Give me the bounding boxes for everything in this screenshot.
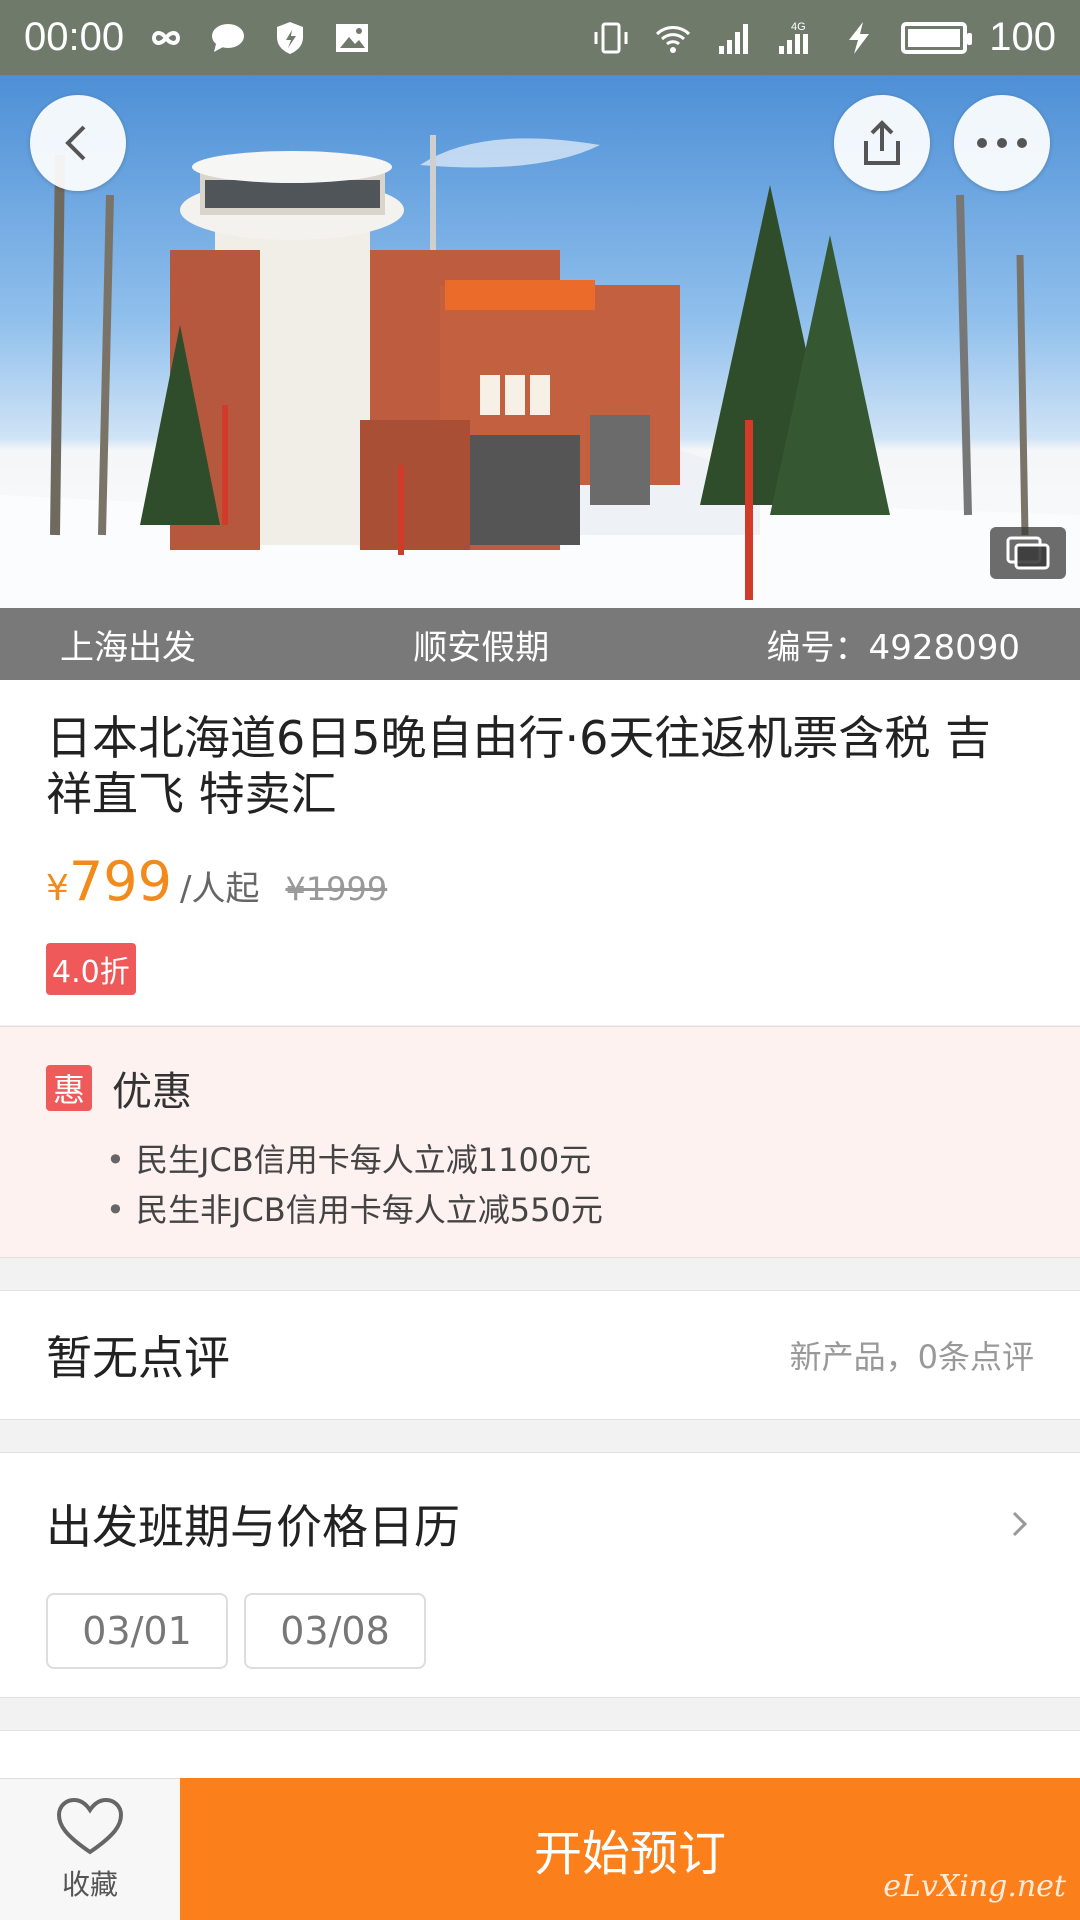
back-icon (65, 125, 86, 161)
charging-icon (849, 21, 870, 54)
image-icon (336, 23, 369, 52)
price-row: ¥ 799 /人起 ¥1999 (46, 850, 1034, 913)
date-list: 03/01 03/08 (46, 1593, 1034, 1669)
gallery-icon (1006, 536, 1050, 570)
share-icon (864, 120, 900, 165)
bottom-action-bar: 收藏 开始预订 eLvXing.net (0, 1778, 1080, 1920)
reviews-meta: 新产品，0条点评 (789, 1338, 1034, 1376)
promo-item: 民生JCB信用卡每人立减1100元 (106, 1135, 1034, 1185)
more-icon (977, 138, 1027, 148)
agency-name: 顺安假期 (413, 627, 550, 668)
original-price: ¥1999 (285, 870, 388, 908)
promo-tag: 惠 (46, 1065, 92, 1111)
favorite-label: 收藏 (61, 1867, 118, 1901)
share-button[interactable] (834, 95, 930, 191)
hero-image[interactable]: 上海出发 顺安假期 编号：4928090 (0, 75, 1080, 680)
chevron-right-icon (1012, 1511, 1028, 1537)
heart-icon (56, 1797, 124, 1854)
more-button[interactable] (954, 95, 1050, 191)
product-id: 编号：4928090 (766, 627, 1020, 668)
departure-city: 上海出发 (60, 627, 196, 668)
infinity-icon (152, 30, 181, 45)
reviews-title: 暂无点评 (46, 1331, 230, 1385)
network-type-label: 4G (791, 21, 806, 33)
product-title: 日本北海道6日5晚自由行·6天往返机票含税 吉祥直飞 特卖汇 (46, 711, 992, 821)
signal-icon (719, 23, 749, 54)
promo-list: 民生JCB信用卡每人立减1100元 民生非JCB信用卡每人立减550元 (106, 1135, 1034, 1235)
price-value: 799 (68, 850, 172, 913)
status-bar: 00:00 4G 100 (0, 0, 1080, 75)
departure-calendar: 出发班期与价格日历 03/01 03/08 (0, 1452, 1080, 1698)
currency-symbol: ¥ (46, 868, 69, 909)
battery-icon (901, 21, 973, 54)
hero-info-bar: 上海出发 顺安假期 编号：4928090 (0, 608, 1080, 680)
promo-item: 民生非JCB信用卡每人立减550元 (106, 1185, 1034, 1235)
promo-section: 惠 优惠 民生JCB信用卡每人立减1100元 民生非JCB信用卡每人立减550元 (0, 1026, 1080, 1258)
chat-bubble-icon (212, 23, 245, 52)
date-chip[interactable]: 03/08 (244, 1593, 426, 1669)
discount-badge: 4.0折 (46, 943, 136, 995)
shield-icon (277, 21, 304, 54)
wifi-icon (656, 25, 691, 53)
signal-4g-icon: 4G (779, 21, 809, 54)
promo-title: 优惠 (112, 1069, 192, 1115)
vibrate-icon (594, 22, 628, 53)
price-unit: /人起 (179, 869, 260, 909)
book-label: 开始预订 (533, 1826, 726, 1882)
gallery-button[interactable] (990, 527, 1066, 579)
reviews-row[interactable]: 暂无点评 新产品，0条点评 (0, 1290, 1080, 1420)
favorite-button[interactable]: 收藏 (0, 1778, 180, 1920)
book-button[interactable]: 开始预订 eLvXing.net (180, 1778, 1080, 1920)
calendar-header[interactable]: 出发班期与价格日历 (46, 1491, 1034, 1557)
back-button[interactable] (30, 95, 126, 191)
product-info: 日本北海道6日5晚自由行·6天往返机票含税 吉祥直飞 特卖汇 ¥ 799 /人起… (0, 680, 1080, 1025)
status-time: 00:00 (24, 15, 125, 59)
watermark: eLvXing.net (883, 1869, 1066, 1904)
calendar-title: 出发班期与价格日历 (46, 1500, 460, 1554)
date-chip[interactable]: 03/01 (46, 1593, 228, 1669)
battery-level: 100 (989, 15, 1056, 59)
